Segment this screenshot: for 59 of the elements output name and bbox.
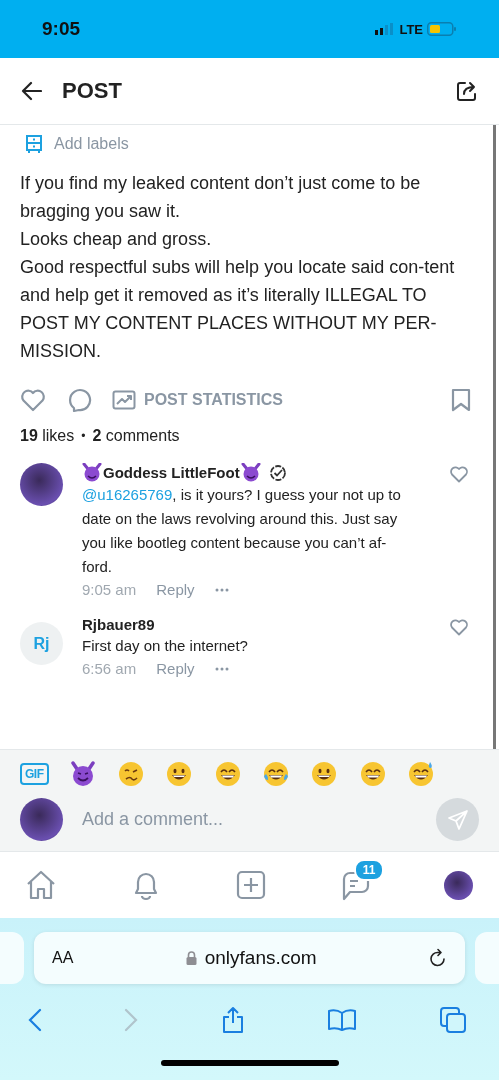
heart-icon[interactable] [20, 388, 46, 412]
post-text: If you find my leaked content don’t just come to be bragging you saw it. Looks cheap and gross. Good respectful subs will help you locate said con-tent and help get it removed as it’s literally ILLEGAL TO POST MY CONTENT PLACES WITHOUT MY PER-MISSION. [20, 172, 456, 363]
profile-avatar[interactable] [444, 870, 473, 900]
battery-icon [427, 22, 457, 36]
reload-icon[interactable] [429, 948, 447, 968]
post-statistics-button[interactable]: POST STATISTICS [112, 389, 283, 411]
more-icon[interactable] [214, 666, 229, 671]
smiley-icon[interactable] [262, 760, 291, 788]
home-icon[interactable] [25, 870, 57, 900]
heart-icon[interactable] [449, 618, 469, 636]
label-icon [26, 135, 42, 153]
smiley-icon[interactable] [165, 760, 194, 788]
signal-icon [375, 23, 396, 35]
back-icon[interactable] [28, 1008, 42, 1032]
comment-input[interactable]: Add a comment... [82, 809, 417, 830]
comment-icon[interactable] [66, 387, 92, 413]
comment-time: 6:56 am [82, 660, 137, 677]
url-text: onlyfans.com [204, 947, 317, 969]
unread-count-badge: 11 [353, 859, 385, 881]
add-labels-button[interactable]: Add labels [26, 135, 129, 153]
devil-icon[interactable] [68, 760, 97, 788]
lock-icon [185, 951, 197, 965]
reply-button[interactable]: Reply [156, 581, 195, 598]
devil-icon [82, 463, 102, 482]
tabs-icon[interactable] [439, 1006, 467, 1034]
share-icon[interactable] [455, 79, 479, 103]
reply-button[interactable]: Reply [156, 660, 195, 677]
network-label: LTE [399, 21, 423, 37]
avatar-photo-placeholder[interactable] [20, 463, 63, 506]
book-icon[interactable] [326, 1008, 357, 1032]
comment-text: First day on the internet? [82, 636, 249, 656]
comments-count: 2 comments [92, 427, 180, 445]
heart-icon[interactable] [449, 465, 469, 483]
address-bar[interactable]: AA onlyfans.com [34, 932, 465, 984]
likes-count: 19 likes [20, 427, 75, 445]
separator-dot: • [81, 429, 86, 443]
more-icon[interactable] [214, 587, 229, 592]
smiley-icon[interactable] [213, 760, 242, 788]
initials-avatar[interactable]: Rj [20, 622, 63, 665]
avatar-photo-placeholder [20, 798, 63, 841]
chart-icon [112, 389, 136, 411]
page-title: POST [62, 78, 122, 104]
comment-time: 9:05 am [82, 581, 137, 598]
comment-text: @u16265769, is it yours? I guess your not up to date on the laws revolving around this. Just say you like bootleg content because you can’t af-ford. [82, 485, 402, 577]
smiley-icon[interactable] [358, 760, 387, 788]
back-arrow-icon[interactable] [20, 81, 42, 101]
add-post-icon[interactable] [235, 870, 266, 900]
status-time: 9:05 [42, 18, 81, 40]
comment-author[interactable]: Goddess LittleFoot [82, 463, 261, 482]
verified-badge-icon [268, 463, 287, 482]
gif-button[interactable]: GIF [20, 763, 49, 785]
smiley-icon[interactable] [407, 760, 435, 788]
smiley-icon[interactable] [117, 760, 146, 788]
devil-icon [240, 463, 261, 482]
text-size-button[interactable]: AA [52, 949, 74, 967]
comment-author[interactable]: Rjbauer89 [82, 616, 155, 633]
paper-plane-icon [446, 808, 469, 831]
smiley-icon[interactable] [310, 760, 339, 788]
bookmark-icon[interactable] [451, 388, 471, 412]
